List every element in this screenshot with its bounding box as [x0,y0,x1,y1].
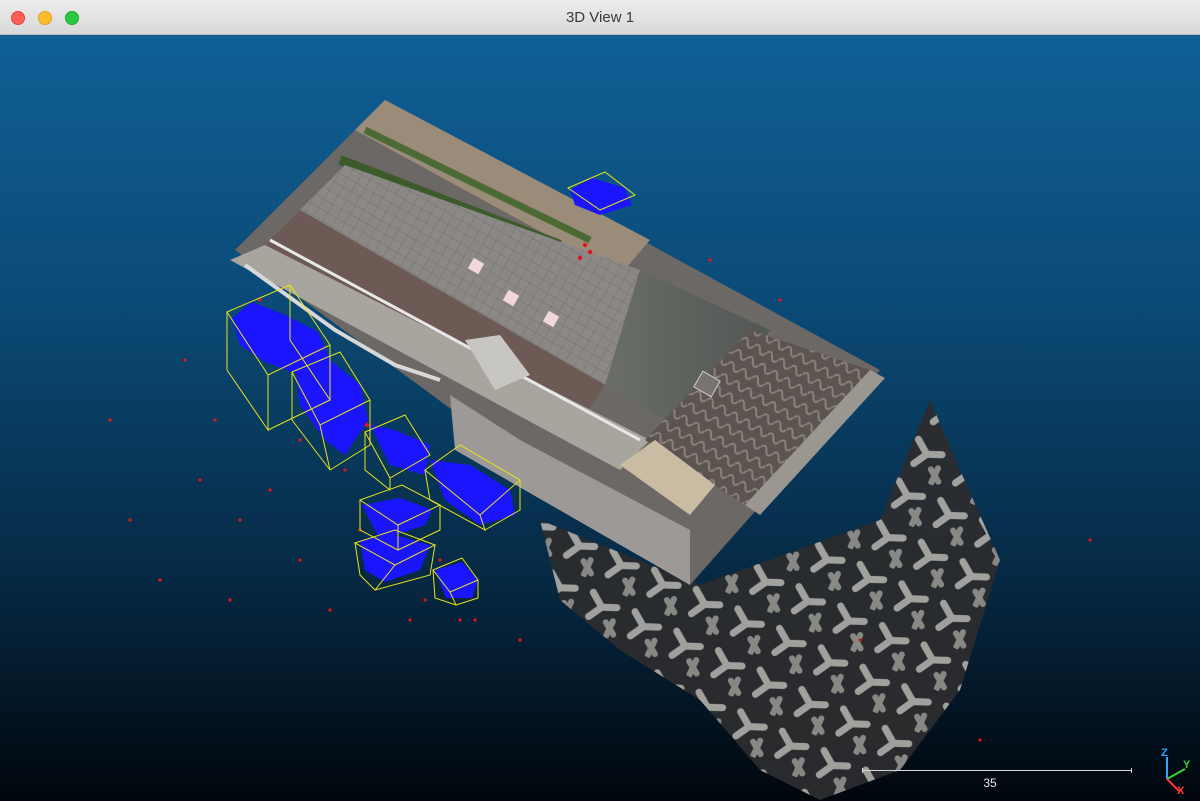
z-axis-label: Z [1161,747,1168,759]
window-title: 3D View 1 [565,9,635,26]
y-axis-label: Y [1183,759,1191,771]
scale-bar [862,768,1132,773]
title-bar[interactable]: 3D View 1 [0,0,1200,35]
point-cloud-render [108,100,1092,800]
scale-bar-label: 35 [983,776,997,790]
app-window: 3D View 1 35 Z Y X [0,0,1200,801]
x-axis-label: X [1177,785,1185,797]
orientation-axes-icon: Z Y X [1155,747,1195,797]
3d-viewport[interactable]: 35 Z Y X [0,35,1200,801]
